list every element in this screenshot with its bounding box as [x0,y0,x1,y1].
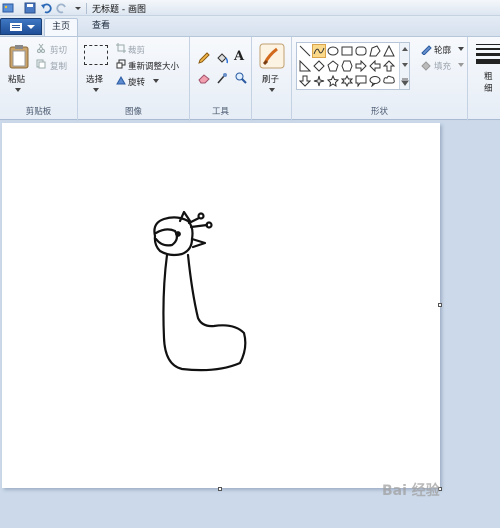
customize-toolbar-chevron-icon[interactable] [72,2,84,14]
fill-dropdown-icon[interactable] [458,63,464,67]
shape-diamond-icon[interactable] [313,60,325,72]
copy-icon [36,59,46,69]
paint-app-icon[interactable] [2,2,14,14]
shape-polygon-icon[interactable] [369,45,381,57]
menu-icon [10,23,35,31]
shape-pentagon-icon[interactable] [327,60,339,72]
cut-icon [37,43,45,53]
resize-icon [116,59,126,69]
paste-button[interactable]: 粘贴 [8,73,25,85]
shape-hexagon-icon[interactable] [341,60,353,72]
shapes-gallery [296,42,410,90]
select-dropdown-icon[interactable] [92,87,100,93]
shape-four-point-star-icon[interactable] [313,75,325,87]
shape-five-point-star-icon[interactable] [326,74,340,88]
outline-button[interactable]: 轮廓 [434,44,451,56]
shape-oval-icon[interactable] [327,45,339,57]
redo-icon[interactable] [56,2,68,14]
shape-cloud-callout-icon[interactable] [383,75,395,87]
rotate-icon [116,75,126,85]
shape-oval-callout-icon[interactable] [369,75,381,88]
ribbon-tab-row: 主页 查看 [0,16,500,36]
shape-triangle-icon[interactable] [383,44,395,57]
gallery-expand-icon[interactable] [401,78,409,86]
crop-button[interactable]: 裁剪 [128,44,145,56]
brush-icon[interactable] [259,43,285,69]
pencil-icon[interactable] [197,51,211,65]
shape-down-arrow-icon[interactable] [298,75,312,87]
shape-six-point-star-icon[interactable] [340,74,354,88]
magnifier-icon[interactable] [234,71,248,85]
shape-right-arrow-icon[interactable] [355,59,367,73]
select-button[interactable]: 选择 [86,73,103,85]
text-tool-icon[interactable]: A [234,49,244,64]
clipboard-group-label: 剪贴板 [25,107,52,117]
brushes-button[interactable]: 刷子 [262,73,279,85]
title-divider [86,3,87,14]
crop-icon [116,43,126,53]
shape-right-triangle-icon[interactable] [299,59,312,72]
color-picker-icon[interactable] [215,71,229,85]
shapes-group: 轮廓 填充 形状 [292,37,468,121]
watermark: Bai 经验 [382,483,440,499]
shape-left-arrow-icon[interactable] [369,59,381,73]
brushes-dropdown-icon[interactable] [268,87,276,93]
image-group: 选择 裁剪 重新调整大小 旋转 图像 [78,37,190,121]
outline-dropdown-icon[interactable] [458,47,464,51]
size-icon[interactable] [476,43,500,65]
shape-up-arrow-icon[interactable] [382,60,396,72]
size-button[interactable]: 粗细 [484,71,496,95]
giraffe-drawing [153,210,247,372]
shapes-group-label: 形状 [370,107,388,117]
brushes-group: 刷子 [252,37,292,121]
shape-line-icon[interactable] [299,45,311,57]
cut-button[interactable]: 剪切 [50,44,67,56]
scroll-up-icon[interactable] [401,46,409,52]
canvas-workspace [0,121,500,528]
image-group-label: 图像 [124,107,142,117]
eraser-icon[interactable] [197,71,211,85]
shape-rectangle-icon[interactable] [341,45,353,57]
title-bar: 无标题 - 画图 [0,0,500,16]
select-icon[interactable] [84,45,108,65]
size-group: 粗细 [468,37,500,121]
copy-button[interactable]: 复制 [50,60,67,72]
fill-button[interactable]: 填充 [434,60,451,72]
tab-home[interactable]: 主页 [44,18,78,36]
shape-rounded-rectangle-icon[interactable] [355,45,367,57]
tab-view[interactable]: 查看 [84,18,118,36]
scroll-down-icon[interactable] [401,62,409,68]
paste-icon[interactable] [8,43,30,69]
window-title: 无标题 - 画图 [92,5,146,15]
tools-group-label: 工具 [211,107,229,117]
shape-curve-icon[interactable] [312,44,326,58]
clipboard-group: 粘贴 剪切 复制 剪贴板 [0,37,78,121]
outline-icon [421,45,432,55]
fill-bucket-icon[interactable] [215,51,229,65]
rotate-button[interactable]: 旋转 [128,76,145,88]
paste-dropdown-icon[interactable] [14,87,22,93]
resize-handle-bottom[interactable] [218,487,222,491]
drawing-canvas[interactable] [2,123,440,488]
shape-rect-callout-icon[interactable] [355,75,367,88]
save-icon[interactable] [24,2,36,14]
undo-icon[interactable] [40,2,52,14]
application-menu-button[interactable] [0,18,42,35]
resize-handle-right[interactable] [438,303,442,307]
shapes-gallery-scrollbar[interactable] [399,43,409,89]
ribbon: 粘贴 剪切 复制 剪贴板 选择 裁剪 重新调整大小 旋转 图像 A 工具 刷子 [0,36,500,121]
fill-icon [421,61,431,71]
resize-button[interactable]: 重新调整大小 [128,60,179,72]
rotate-dropdown-icon[interactable] [152,78,160,84]
tools-group: A 工具 [190,37,252,121]
